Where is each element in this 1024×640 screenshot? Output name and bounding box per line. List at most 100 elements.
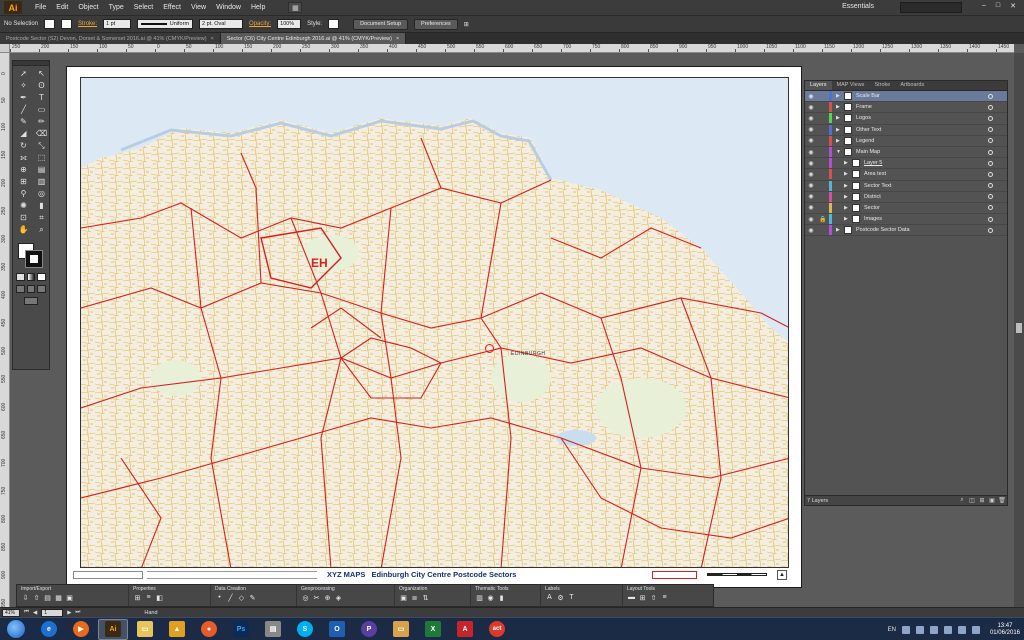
menu-type[interactable]: Type xyxy=(104,4,129,11)
expand-arrow-icon[interactable]: ▶ xyxy=(844,183,852,189)
mesh-tool-icon[interactable]: ⊞ xyxy=(15,176,32,187)
arrange-icon[interactable]: ⊞ xyxy=(464,21,469,28)
layer-organize-icon[interactable]: ≣ xyxy=(410,593,419,602)
expand-arrow-icon[interactable]: ▼ xyxy=(836,149,844,155)
layer-name[interactable]: Images xyxy=(864,216,882,222)
blend-tool-icon[interactable]: ◎ xyxy=(33,188,50,199)
target-circle-icon[interactable] xyxy=(988,149,993,155)
close-tab-icon[interactable]: × xyxy=(211,36,214,42)
horizontal-ruler[interactable]: 250 200 150 100 50 0 50 100 150 200 250 300 350 400 45… xyxy=(10,44,1014,53)
import-icon[interactable]: ⇩ xyxy=(21,593,30,602)
target-circle-icon[interactable] xyxy=(988,104,993,110)
visibility-eye-icon[interactable]: ◉ xyxy=(805,227,817,234)
taskbar-app[interactable]: Ps xyxy=(226,619,256,640)
draw-behind-icon[interactable] xyxy=(26,285,36,293)
taskbar-app[interactable]: P xyxy=(354,619,384,640)
tray-app-icon[interactable] xyxy=(915,625,924,634)
document-tab[interactable]: Postcode Sector (S2) Devon, Dorset & Som… xyxy=(0,33,221,44)
layer-name[interactable]: Logos xyxy=(856,115,871,121)
free-transform-tool-icon[interactable]: ⬚ xyxy=(33,152,50,163)
layer-row[interactable]: ◉ ▶ Postcode Sector Data xyxy=(805,225,1007,237)
target-circle-icon[interactable] xyxy=(988,160,993,166)
arrange-icon[interactable]: ⇅ xyxy=(421,593,430,602)
layer-name[interactable]: Main Map xyxy=(856,149,880,155)
scale-bar-icon[interactable]: ▬ xyxy=(627,593,636,602)
expand-arrow-icon[interactable]: ▶ xyxy=(836,138,844,144)
document-tab-active[interactable]: Sector (C6) City Centre Edinburgh 2016.a… xyxy=(220,33,407,44)
legend-tool-icon[interactable]: ≡ xyxy=(660,593,669,602)
artboard-tool-icon[interactable]: ⊡ xyxy=(15,212,32,223)
visibility-eye-icon[interactable]: ◉ xyxy=(805,93,817,100)
label-text-icon[interactable]: T xyxy=(567,593,576,602)
zoom-tool-icon[interactable]: ⌕ xyxy=(33,224,50,235)
visibility-eye-icon[interactable]: ◉ xyxy=(805,204,817,211)
draw-inside-icon[interactable] xyxy=(37,285,47,293)
layer-row[interactable]: ◉ ▶ Other Text xyxy=(805,124,1007,136)
pen-tool-icon[interactable]: ✒ xyxy=(15,92,32,103)
taskbar-app[interactable]: ▤ xyxy=(258,619,288,640)
next-artboard-icon[interactable]: ▶ xyxy=(67,610,71,616)
rotate-tool-icon[interactable]: ↻ xyxy=(15,140,32,151)
line-tool-icon[interactable]: ╱ xyxy=(15,104,32,115)
document-setup-button[interactable]: Document Setup xyxy=(353,18,409,30)
menu-select[interactable]: Select xyxy=(129,4,158,11)
fill-color-swatch[interactable] xyxy=(44,19,56,29)
menu-effect[interactable]: Effect xyxy=(158,4,186,11)
layer-row[interactable]: ◉ ▶ Layer 5 xyxy=(805,158,1007,170)
stroke-weight-field[interactable]: 1 pt xyxy=(103,19,132,29)
expand-arrow-icon[interactable]: ▶ xyxy=(844,194,852,200)
new-layer-icon[interactable]: ▣ xyxy=(987,497,997,504)
taskbar-app[interactable]: S xyxy=(290,619,320,640)
layer-row[interactable]: ◉ ▶ Sector Text xyxy=(805,180,1007,192)
visibility-eye-icon[interactable]: ◉ xyxy=(805,160,817,167)
styles-icon[interactable]: ◧ xyxy=(155,593,164,602)
draw-normal-icon[interactable] xyxy=(16,285,25,293)
brush-dropdown[interactable]: 2 pt. Oval xyxy=(199,19,244,29)
layer-row[interactable]: ◉ ▶ Logos xyxy=(805,113,1007,125)
buffer-icon[interactable]: ◎ xyxy=(301,593,310,602)
stroke-color-swatch[interactable] xyxy=(61,19,73,29)
group-icon[interactable]: ▣ xyxy=(399,593,408,602)
expand-arrow-icon[interactable]: ▶ xyxy=(836,227,844,233)
choropleth-icon[interactable]: ▥ xyxy=(475,593,484,602)
slice-tool-icon[interactable]: ⌗ xyxy=(33,212,50,223)
expand-arrow-icon[interactable]: ▶ xyxy=(844,171,852,177)
menu-object[interactable]: Object xyxy=(73,4,103,11)
close-button[interactable]: ✕ xyxy=(1010,2,1016,10)
vertical-ruler[interactable]: 0 50 100 150 200 250 300 350 400 450 500 550 600 650 7… xyxy=(0,53,10,607)
visibility-eye-icon[interactable]: ◉ xyxy=(805,171,817,178)
taskbar-app[interactable]: Ai xyxy=(98,618,128,640)
none-mode-icon[interactable] xyxy=(37,273,47,281)
prev-artboard-icon[interactable]: ◀ xyxy=(33,610,37,616)
target-circle-icon[interactable] xyxy=(988,183,993,189)
layer-name[interactable]: Layer 5 xyxy=(864,160,882,166)
paintbrush-tool-icon[interactable]: ✎ xyxy=(15,116,32,127)
layer-name[interactable]: Scale Bar xyxy=(856,93,880,99)
expand-arrow-icon[interactable]: ▶ xyxy=(836,115,844,121)
layer-name[interactable]: Area text xyxy=(864,171,886,177)
target-circle-icon[interactable] xyxy=(988,194,993,200)
symbol-sprayer-tool-icon[interactable]: ✺ xyxy=(15,200,32,211)
attributes-icon[interactable]: ≡ xyxy=(144,593,153,602)
menu-window[interactable]: Window xyxy=(211,4,246,11)
opacity-field[interactable]: 100% xyxy=(277,19,302,29)
blob-brush-tool-icon[interactable]: ◢ xyxy=(15,128,32,139)
chart-icon[interactable]: ▮ xyxy=(497,593,506,602)
perspective-grid-tool-icon[interactable]: ▤ xyxy=(33,164,50,175)
language-indicator[interactable]: EN xyxy=(888,627,896,633)
layer-name[interactable]: Other Text xyxy=(856,127,881,133)
volume-icon[interactable] xyxy=(971,625,980,634)
target-circle-icon[interactable] xyxy=(988,205,993,211)
edit-tool-icon[interactable]: ✎ xyxy=(248,593,257,602)
minimize-button[interactable]: – xyxy=(982,2,986,10)
target-circle-icon[interactable] xyxy=(988,115,993,121)
column-graph-tool-icon[interactable]: ▮ xyxy=(33,200,50,211)
map-frame[interactable]: EH EDINBURGH xyxy=(80,77,789,568)
width-tool-icon[interactable]: ⟗ xyxy=(15,152,32,163)
target-circle-icon[interactable] xyxy=(988,227,993,233)
visibility-eye-icon[interactable]: ◉ xyxy=(805,149,817,156)
database-icon[interactable]: ▤ xyxy=(43,593,52,602)
screen-mode-icon[interactable] xyxy=(24,297,38,305)
target-circle-icon[interactable] xyxy=(988,127,993,133)
taskbar-app[interactable]: ▭ xyxy=(386,619,416,640)
